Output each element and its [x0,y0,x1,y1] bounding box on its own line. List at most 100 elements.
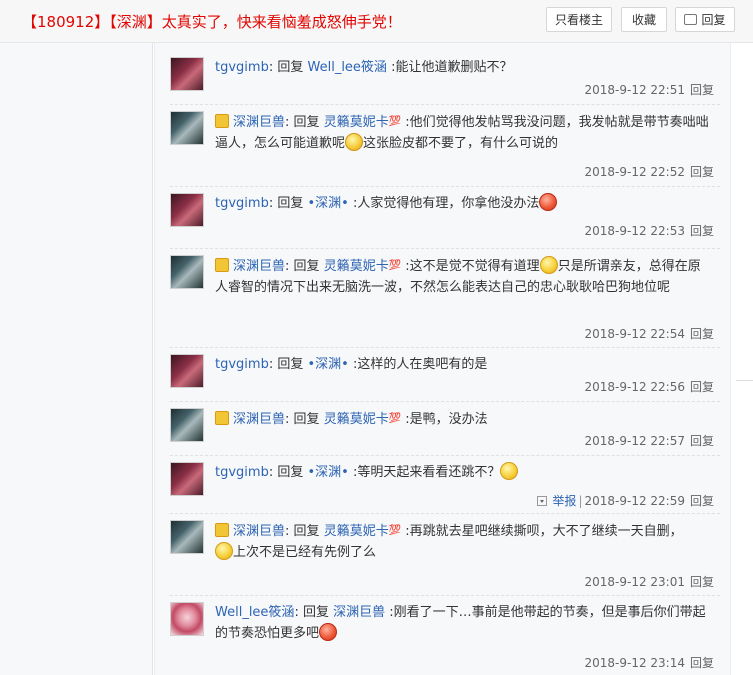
reply-verb: 回复 [293,259,320,274]
report-link[interactable]: 举报 [537,494,576,508]
comment-item: tgvgimb: 回复 •深渊• :人家觉得他有理，你拿他没办法 2018-9-… [170,186,720,238]
level-100-badge: 💯 [388,116,402,127]
comment-reply-link[interactable]: 回复 [690,656,714,670]
comment-item: 深渊巨兽: 回复 灵籟莫妮卡💯 :这不是觉不觉得有道理 只是所谓亲友，总得在原人睿… [170,248,720,345]
reply-target[interactable]: •深渊• [308,196,349,211]
comment-separator [170,347,720,348]
comment-text: :等明天起来看看还跳不？ [352,465,501,480]
comment-meta: 2018-9-12 23:14 回复 [584,654,714,671]
thread-title: 【180912】【深渊】太真实了，快来看恼羞成怒伸手党！ [22,13,402,31]
avatar[interactable] [170,408,204,442]
comment-text: :人家觉得他有理，你拿他没办法 [352,196,540,211]
reply-button[interactable]: 回复 [675,7,735,32]
reply-button-label: 回复 [701,13,726,27]
comment-body: tgvgimb: 回复 •深渊• :人家觉得他有理，你拿他没办法 [215,193,715,214]
comment-username[interactable]: 深渊巨兽 [233,412,285,427]
comment-username[interactable]: 深渊巨兽 [233,259,285,274]
reply-target[interactable]: •深渊• [308,357,349,372]
angry-emoji-icon [319,623,338,641]
comment-item: tgvgimb: 回复 •深渊• :等明天起来看看还跳不？ 举报 | 2018-9-… [170,455,720,508]
comment-reply-link[interactable]: 回复 [690,494,714,508]
avatar[interactable] [170,602,204,636]
dropdown-icon [537,496,548,506]
comment-reply-link[interactable]: 回复 [690,575,714,589]
right-divider [736,380,753,381]
comment-username[interactable]: 深渊巨兽 [233,115,285,130]
avatar[interactable] [170,111,204,145]
reply-verb: 回复 [277,60,304,75]
reply-target[interactable]: •深渊• [308,465,349,480]
comment-body: 深渊巨兽: 回复 灵籟莫妮卡💯 :他们觉得他发帖骂我没问题，我发帖就是带节奏咄咄… [215,114,709,151]
reply-verb: 回复 [277,465,304,480]
comment-separator [170,186,720,187]
think-emoji-icon [345,133,364,151]
comment-username[interactable]: tgvgimb [215,60,269,75]
crown-badge-icon [215,114,229,128]
comment-meta: 2018-9-12 22:51 回复 [584,81,714,98]
reply-target[interactable]: 灵籟莫妮卡 [324,412,389,427]
comment-separator [170,104,720,105]
comment-body: 深渊巨兽: 回复 灵籟莫妮卡💯 :这不是觉不觉得有道理 只是所谓亲友，总得在原人睿… [215,255,705,298]
comment-separator [170,595,720,596]
comment-text: :这不是觉不觉得有道理 [405,259,540,274]
comment-username[interactable]: Well_lee筱涵 [215,605,294,620]
reply-verb: 回复 [277,357,304,372]
avatar[interactable] [170,193,204,227]
favorite-button[interactable]: 收藏 [621,7,667,32]
comment-body: tgvgimb: 回复 •深渊• :这样的人在奥吧有的是 [215,357,488,372]
avatar[interactable] [170,354,204,388]
comment-text-continued: 这张脸皮都不要了，有什么可说的 [363,136,559,151]
comment-reply-link[interactable]: 回复 [690,165,714,179]
reply-target[interactable]: 灵籟莫妮卡 [324,115,389,130]
meta-separator: | [578,494,583,508]
crown-badge-icon [215,411,229,425]
comment-time: 2018-9-12 22:54 [584,327,685,341]
avatar[interactable] [170,255,204,289]
comment-time: 2018-9-12 22:51 [584,83,685,97]
smile-emoji-icon [500,462,519,480]
comment-time: 2018-9-12 22:56 [584,380,685,394]
comment-reply-link[interactable]: 回复 [690,83,714,97]
reply-verb: 回复 [302,605,329,620]
comment-username[interactable]: tgvgimb [215,465,269,480]
reply-target[interactable]: 灵籟莫妮卡 [324,524,389,539]
comment-username[interactable]: tgvgimb [215,357,269,372]
level-100-badge: 💯 [388,525,402,536]
avatar[interactable] [170,57,204,91]
comment-separator [170,513,720,514]
comment-body: tgvgimb: 回复 •深渊• :等明天起来看看还跳不？ [215,462,715,483]
smile-emoji-icon [215,542,233,560]
comment-meta: 2018-9-12 22:52 回复 [584,163,714,180]
avatar[interactable] [170,462,204,496]
reply-verb: 回复 [293,412,320,427]
crown-badge-icon [215,258,229,272]
comment-reply-link[interactable]: 回复 [690,327,714,341]
comment-body: tgvgimb: 回复 Well_lee筱涵 :能让他道歉删贴不？ [215,60,513,75]
reply-icon [684,14,698,25]
reply-target[interactable]: Well_lee筱涵 [308,60,387,75]
comment-item: 深渊巨兽: 回复 灵籟莫妮卡💯 :再跳就去星吧继续撕呗，大不了继续一天自删， 上次… [170,513,720,589]
level-100-badge: 💯 [388,260,402,271]
comment-item: 深渊巨兽: 回复 灵籟莫妮卡💯 :是鸭，没办法 2018-9-12 22:57 回… [170,401,720,449]
reply-target[interactable]: 灵籟莫妮卡 [324,259,389,274]
comment-time: 2018-9-12 22:57 [584,434,685,448]
comment-reply-link[interactable]: 回复 [690,224,714,238]
comment-text: :这样的人在奥吧有的是 [352,357,488,372]
comment-username[interactable]: 深渊巨兽 [233,524,285,539]
level-100-badge: 💯 [388,413,402,424]
comment-item: 深渊巨兽: 回复 灵籟莫妮卡💯 :他们觉得他发帖骂我没问题，我发帖就是带节奏咄咄… [170,104,720,180]
comment-time: 2018-9-12 22:59 [584,494,685,508]
comment-username[interactable]: tgvgimb [215,196,269,211]
comment-body: Well_lee筱涵: 回复 深渊巨兽 :刚看了一下…事前是他带起的节奏，但是事… [215,605,706,641]
comment-reply-link[interactable]: 回复 [690,434,714,448]
comment-body: 深渊巨兽: 回复 灵籟莫妮卡💯 :再跳就去星吧继续撕呗，大不了继续一天自删， 上次… [215,520,710,563]
only-host-button[interactable]: 只看楼主 [546,7,612,32]
reply-target[interactable]: 深渊巨兽 [333,605,385,620]
comment-text-continued: 上次不是已经有先例了么 [233,545,377,560]
comment-item: Well_lee筱涵: 回复 深渊巨兽 :刚看了一下…事前是他带起的节奏，但是事… [170,595,720,672]
comment-reply-link[interactable]: 回复 [690,380,714,394]
comment-meta: 2018-9-12 22:57 回复 [584,432,714,449]
reply-verb: 回复 [293,115,320,130]
avatar[interactable] [170,520,204,554]
comment-text: :能让他道歉删贴不？ [391,60,513,75]
